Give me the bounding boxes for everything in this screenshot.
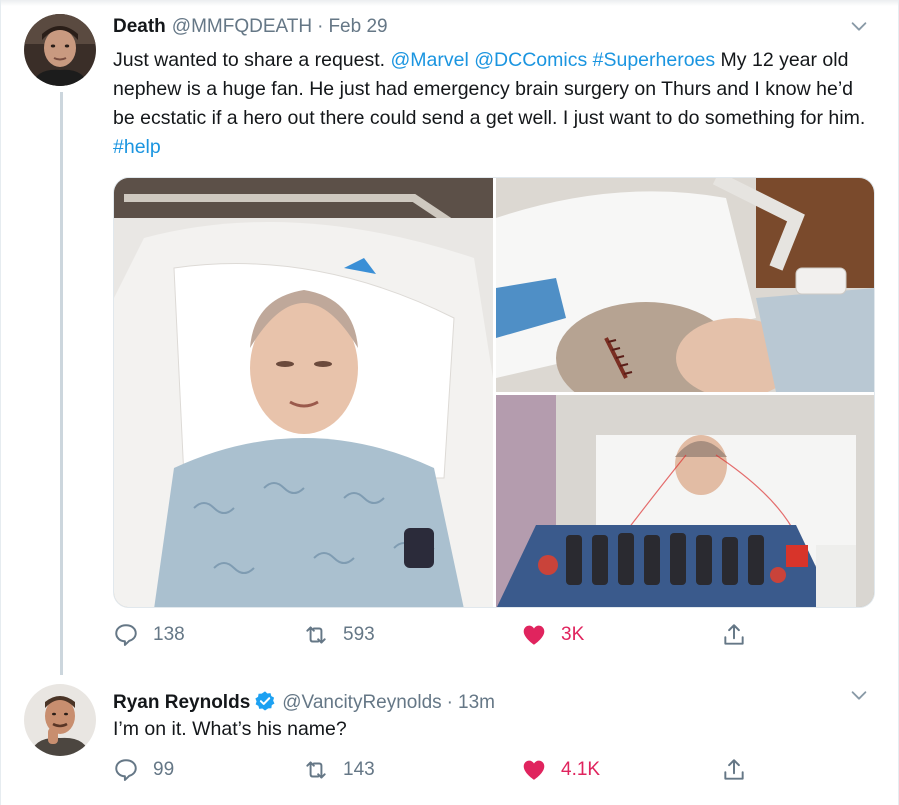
mention-marvel[interactable]: @Marvel [391, 49, 469, 71]
tweet2-author-name[interactable]: Ryan Reynolds [113, 692, 250, 714]
tweet2-author-handle[interactable]: @VancityReynolds [282, 692, 441, 714]
previous-tweet-edge [1, 0, 898, 6]
speech-bubble-icon [115, 624, 137, 646]
tweet2-timestamp[interactable]: 13m [458, 692, 495, 714]
tweet2-share-button[interactable] [721, 757, 747, 783]
tweet1-author-name[interactable]: Death [113, 16, 166, 38]
tweet1-retweet-button[interactable]: 593 [303, 622, 375, 648]
thread-connector-line [60, 92, 63, 675]
tweet1-actions: 138 593 3K [113, 622, 753, 652]
photo-surgical-incision[interactable] [496, 178, 874, 392]
tweet2-retweet-count: 143 [343, 759, 375, 780]
retweet-arrows-icon [306, 761, 326, 779]
tweet2-retweet-button[interactable]: 143 [303, 757, 375, 783]
speech-bubble-icon [115, 759, 137, 781]
tweet2-header: Ryan Reynolds @VancityReynolds · 13m [113, 686, 495, 714]
tweet1-reply-button[interactable]: 138 [113, 622, 185, 648]
photo-action-figures[interactable] [496, 395, 874, 607]
tweet2-like-count: 4.1K [561, 759, 601, 780]
tweet1-media-grid [113, 177, 875, 608]
heart-icon [523, 760, 545, 780]
tweet2-separator: · [446, 692, 453, 713]
tweet1-text-intro: Just wanted to share a request. [113, 49, 391, 71]
avatar-ryan-reynolds[interactable] [24, 684, 96, 756]
avatar-death[interactable] [24, 14, 96, 86]
tweet2-like-button[interactable]: 4.1K [521, 757, 600, 783]
tweet1-header: Death @MMFQDEATH · Feb 29 [113, 16, 388, 38]
mention-dccomics[interactable]: @DCComics [474, 49, 587, 71]
tweet1-author-handle[interactable]: @MMFQDEATH [172, 16, 312, 38]
tweet2-actions: 99 143 4.1K [113, 757, 753, 787]
photo-boy-in-hospital-bed[interactable] [114, 178, 493, 607]
heart-icon [523, 625, 545, 645]
tweet2-chevron-down-icon[interactable] [848, 684, 870, 706]
tweet2-reply-button[interactable]: 99 [113, 757, 174, 783]
tweet2-text: I’m on it. What’s his name? [113, 718, 347, 740]
hashtag-help[interactable]: #help [113, 136, 161, 158]
tweet1-chevron-down-icon[interactable] [848, 15, 870, 37]
tweet1-text: Just wanted to share a request. @Marvel … [113, 46, 868, 162]
tweet2-reply-count: 99 [153, 759, 175, 780]
tweet1-share-button[interactable] [721, 622, 747, 648]
timeline-column: Death @MMFQDEATH · Feb 29 Just wanted to… [0, 0, 899, 805]
tweet1-separator: · [317, 16, 324, 37]
tweet1-timestamp[interactable]: Feb 29 [328, 16, 387, 38]
avatar-death-image [24, 14, 96, 86]
tweet1-reply-count: 138 [153, 624, 185, 645]
tweet1-retweet-count: 593 [343, 624, 375, 645]
verified-badge-icon [255, 691, 275, 711]
tweet1-like-count: 3K [561, 624, 585, 645]
share-upload-icon [724, 624, 744, 645]
avatar-ryan-reynolds-image [24, 684, 96, 756]
tweet1-like-button[interactable]: 3K [521, 622, 584, 648]
share-upload-icon [724, 759, 744, 780]
hashtag-superheroes[interactable]: #Superheroes [593, 49, 716, 71]
retweet-arrows-icon [306, 626, 326, 644]
